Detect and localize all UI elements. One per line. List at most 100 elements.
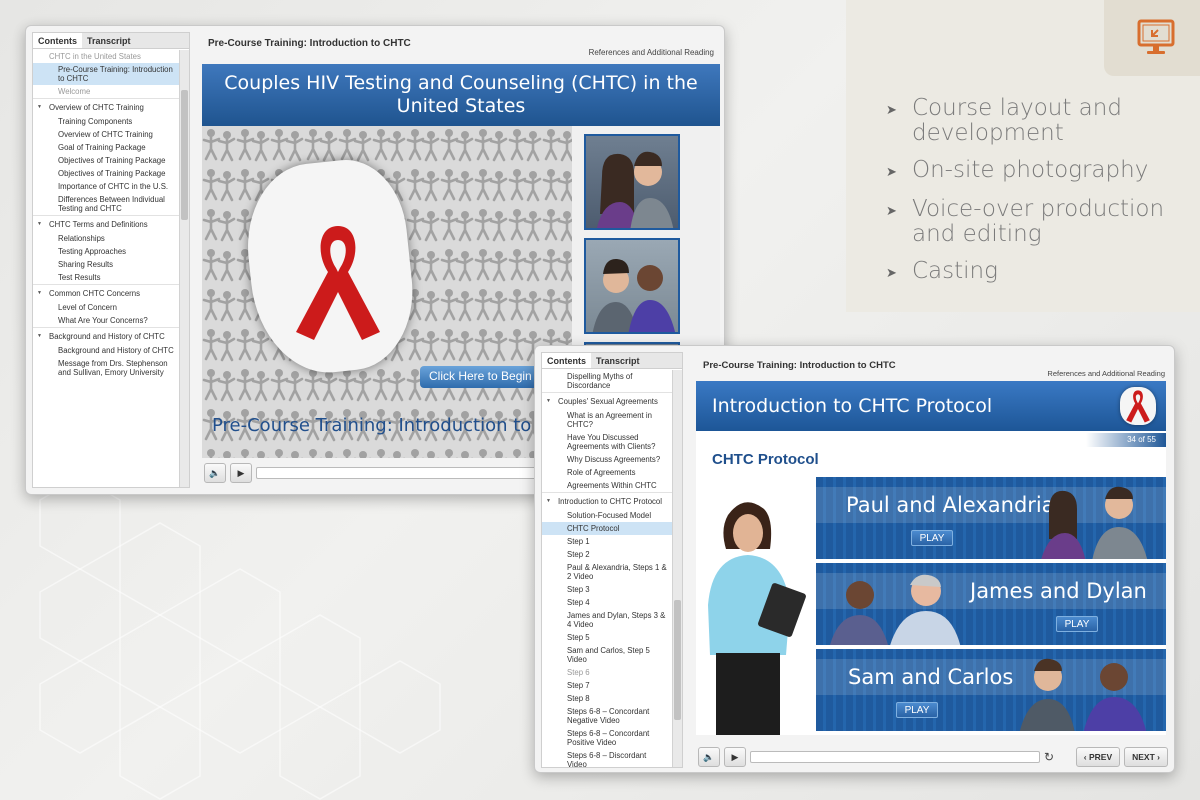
toc-item[interactable]: What is an Agreement in CHTC? (542, 409, 672, 431)
toc-item[interactable]: Step 1 (542, 535, 672, 548)
tab-contents[interactable]: Contents (33, 33, 82, 48)
arrow-bullet-icon: ➤ (886, 204, 897, 219)
play-button[interactable]: ▶ (724, 747, 746, 767)
toc-item[interactable]: Testing Approaches (33, 245, 179, 258)
toc-item[interactable]: Step 3 (542, 583, 672, 596)
references-link[interactable]: References and Additional Reading (1047, 369, 1165, 378)
speaker-icon: 🔈 (209, 467, 221, 478)
toc-section[interactable]: Couples' Sexual Agreements (542, 392, 672, 409)
protocol-slide: Introduction to CHTC Protocol 34 of 55 C… (696, 381, 1166, 735)
progress-bar[interactable] (750, 751, 1040, 763)
sidebar-scrollbar[interactable] (672, 370, 682, 767)
window-title: Pre-Course Training: Introduction to CHT… (703, 360, 896, 371)
toc-item[interactable]: Objectives of Training Package (33, 154, 179, 167)
toc-item[interactable]: Goal of Training Package (33, 141, 179, 154)
play-video-button[interactable]: PLAY (1056, 616, 1098, 632)
play-icon: ▶ (237, 467, 245, 478)
toc-item[interactable]: Step 8 (542, 692, 672, 705)
toc-item[interactable]: James and Dylan, Steps 3 & 4 Video (542, 609, 672, 631)
couple-photo (830, 574, 961, 645)
speaker-icon: 🔈 (703, 751, 715, 762)
toc-item[interactable]: Differences Between Individual Testing a… (33, 193, 179, 215)
toc-section[interactable]: Common CHTC Concerns (33, 284, 179, 301)
couple-photo (584, 134, 680, 230)
slide-banner: Introduction to CHTC Protocol (696, 381, 1166, 431)
toc-section[interactable]: Overview of CHTC Training (33, 98, 179, 115)
toc-item[interactable]: Pre-Course Training: Introduction to CHT… (33, 63, 179, 85)
toc-item[interactable]: Steps 6-8 – Concordant Negative Video (542, 705, 672, 727)
play-video-button[interactable]: PLAY (911, 530, 953, 546)
player-controls: 🔈 ▶ ↻ ‹ PREV NEXT › (698, 746, 1168, 768)
references-link[interactable]: References and Additional Reading (589, 48, 714, 57)
sidebar: Contents Transcript Dispelling Myths of … (541, 352, 683, 768)
card-title: Sam and Carlos (848, 665, 1014, 689)
red-ribbon-icon (296, 226, 380, 340)
replay-icon[interactable]: ↻ (1044, 750, 1060, 764)
video-card-paul-alexandria[interactable]: Paul and Alexandria PLAY (816, 477, 1166, 559)
toc-item[interactable]: Steps 6-8 – Concordant Positive Video (542, 727, 672, 749)
prev-button[interactable]: ‹ PREV (1075, 747, 1121, 767)
couple-silhouette (592, 258, 675, 332)
computer-screen-icon (1137, 19, 1175, 54)
slide-subtitle: Pre-Course Training: Introduction to CHT… (212, 415, 586, 436)
toc-item[interactable]: Steps 6-8 – Discordant Video (542, 749, 672, 767)
toc-section[interactable]: CHTC Terms and Definitions (33, 215, 179, 232)
progress-bar[interactable] (256, 467, 576, 479)
toc-item[interactable]: Paul & Alexandria, Steps 1 & 2 Video (542, 561, 672, 583)
couple-photo (1041, 486, 1148, 559)
toc-item[interactable]: Solution-Focused Model (542, 509, 672, 522)
scrollbar-thumb[interactable] (181, 90, 188, 220)
video-card-james-dylan[interactable]: James and Dylan PLAY (816, 563, 1166, 645)
toc-item[interactable]: Objectives of Training Package (33, 167, 179, 180)
toc-item[interactable]: Relationships (33, 232, 179, 245)
toc-item[interactable]: Role of Agreements (542, 466, 672, 479)
slide-banner: Couples HIV Testing and Counseling (CHTC… (202, 64, 720, 126)
toc-item[interactable]: Step 2 (542, 548, 672, 561)
toc-item[interactable]: Step 5 (542, 631, 672, 644)
toc-item[interactable]: Step 4 (542, 596, 672, 609)
sidebar-scrollbar[interactable] (179, 50, 189, 487)
next-button[interactable]: NEXT › (1124, 747, 1168, 767)
table-of-contents: CHTC in the United States Pre-Course Trai… (33, 50, 179, 487)
toc-item[interactable]: Background and History of CHTC (33, 344, 179, 357)
feature-item: ➤ Voice-over production and editing (886, 196, 1165, 247)
tab-transcript[interactable]: Transcript (591, 353, 645, 368)
couple-silhouette (596, 151, 674, 228)
scrollbar-thumb[interactable] (674, 600, 681, 720)
toc-item[interactable]: What Are Your Concerns? (33, 314, 179, 327)
toc-section[interactable]: Introduction to CHTC Protocol (542, 492, 672, 509)
toc-item[interactable]: Test Results (33, 271, 179, 284)
toc-item[interactable]: CHTC in the United States (33, 50, 179, 63)
toc-item[interactable]: Why Discuss Agreements? (542, 453, 672, 466)
tab-contents[interactable]: Contents (542, 353, 591, 368)
toc-item[interactable]: Level of Concern (33, 301, 179, 314)
card-title: James and Dylan (970, 579, 1147, 603)
toc-item[interactable]: CHTC Protocol (542, 522, 672, 535)
ribbon-logo (1120, 387, 1156, 425)
play-icon: ▶ (731, 751, 739, 762)
toc-item[interactable]: Message from Drs. Stephenson and Sulliva… (33, 357, 179, 379)
toc-item[interactable]: Welcome (33, 85, 179, 98)
arrow-bullet-icon: ➤ (886, 266, 897, 281)
click-to-begin-button[interactable]: Click Here to Begin (420, 366, 540, 388)
toc-item[interactable]: Importance of CHTC in the U.S. (33, 180, 179, 193)
toc-section[interactable]: Background and History of CHTC (33, 327, 179, 344)
toc-item[interactable]: Dispelling Myths of Discordance (542, 370, 672, 392)
toc-item[interactable]: Agreements Within CHTC (542, 479, 672, 492)
toc-item[interactable]: Sharing Results (33, 258, 179, 271)
volume-button[interactable]: 🔈 (698, 747, 720, 767)
play-video-button[interactable]: PLAY (896, 702, 938, 718)
tab-transcript[interactable]: Transcript (82, 33, 136, 48)
toc-item[interactable]: Sam and Carlos, Step 5 Video (542, 644, 672, 666)
sidebar-tabs: Contents Transcript (542, 353, 682, 369)
video-card-sam-carlos[interactable]: Sam and Carlos PLAY (816, 649, 1166, 731)
volume-button[interactable]: 🔈 (204, 463, 226, 483)
slide-counter: 34 of 55 (1086, 433, 1166, 447)
toc-item[interactable]: Have You Discussed Agreements with Clien… (542, 431, 672, 453)
toc-item[interactable]: Overview of CHTC Training (33, 128, 179, 141)
play-button[interactable]: ▶ (230, 463, 252, 483)
toc-item[interactable]: Step 7 (542, 679, 672, 692)
toc-item[interactable]: Step 6 (542, 666, 672, 679)
slide-heading: CHTC Protocol (712, 451, 819, 468)
toc-item[interactable]: Training Components (33, 115, 179, 128)
